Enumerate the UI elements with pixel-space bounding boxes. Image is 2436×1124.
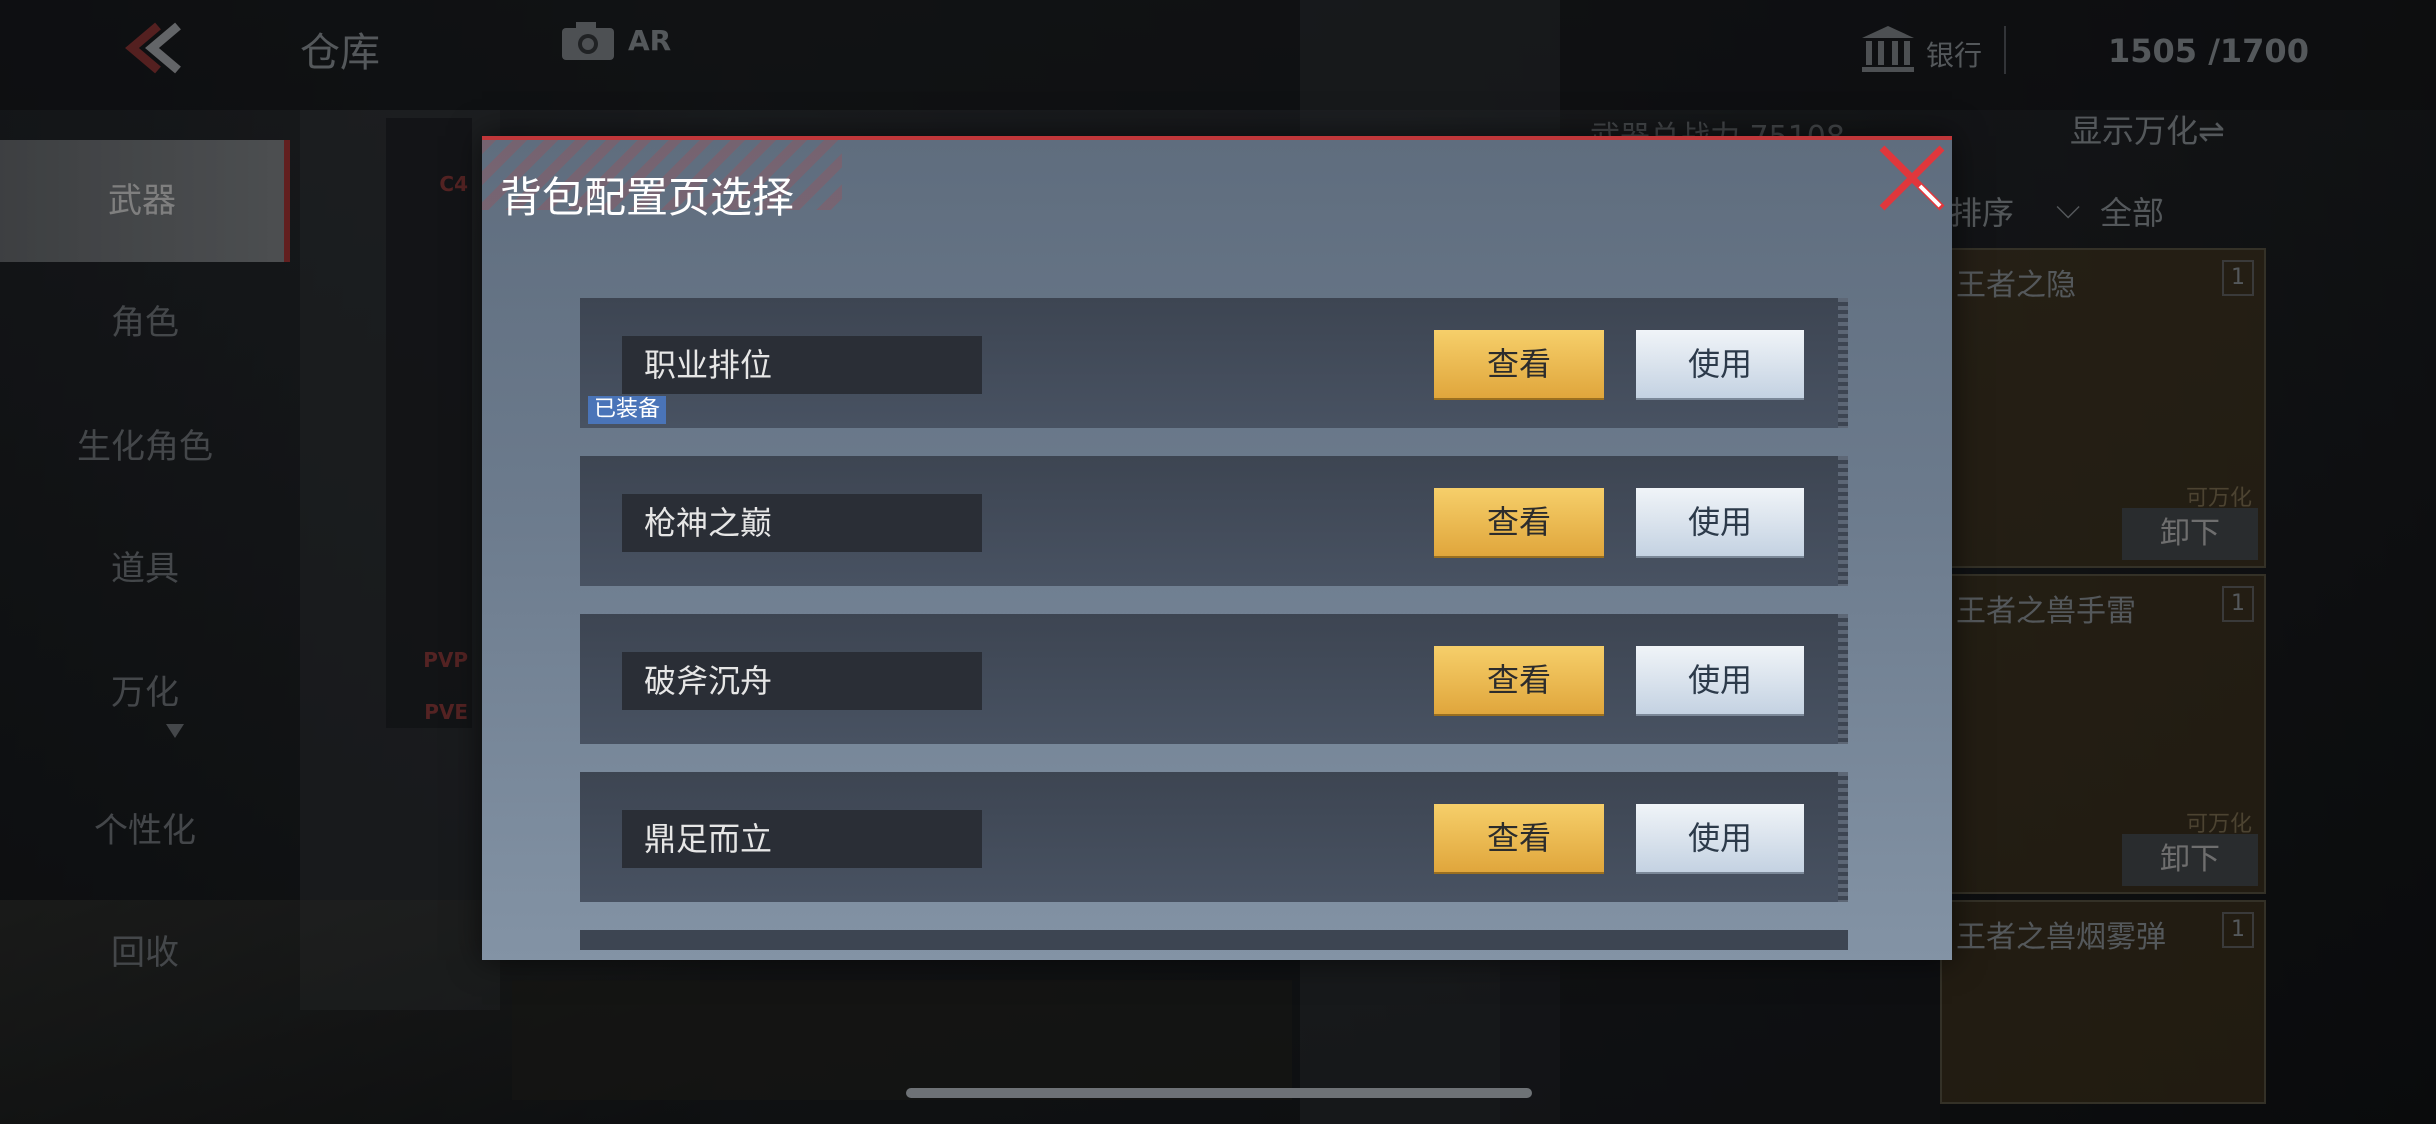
loadout-row: 破斧沉舟 查看 使用: [580, 614, 1848, 744]
home-indicator[interactable]: [906, 1088, 1532, 1098]
use-button[interactable]: 使用: [1636, 488, 1804, 556]
use-button[interactable]: 使用: [1636, 330, 1804, 398]
loadout-name: 鼎足而立: [622, 810, 982, 868]
loadout-select-dialog: 背包配置页选择 职业排位 已装备 查看 使用 枪神之巅 查看 使用 破斧沉舟 查…: [482, 136, 1952, 960]
view-button[interactable]: 查看: [1434, 488, 1604, 556]
loadout-name: 破斧沉舟: [622, 652, 982, 710]
view-button[interactable]: 查看: [1434, 330, 1604, 398]
equipped-badge: 已装备: [588, 396, 667, 424]
loadout-name: 枪神之巅: [622, 494, 982, 552]
loadout-row: 职业排位 已装备 查看 使用: [580, 298, 1848, 428]
view-button[interactable]: 查看: [1434, 804, 1604, 872]
dialog-title: 背包配置页选择: [500, 173, 795, 222]
loadout-name: 职业排位: [622, 336, 982, 394]
loadout-row: 枪神之巅 查看 使用: [580, 456, 1848, 586]
use-button[interactable]: 使用: [1636, 804, 1804, 872]
loadout-row: 鼎足而立 查看 使用: [580, 772, 1848, 902]
close-icon: [1879, 145, 1945, 211]
view-button[interactable]: 查看: [1434, 646, 1604, 714]
loadout-row-partial: [580, 930, 1848, 950]
close-button[interactable]: [1872, 140, 1952, 220]
use-button[interactable]: 使用: [1636, 646, 1804, 714]
